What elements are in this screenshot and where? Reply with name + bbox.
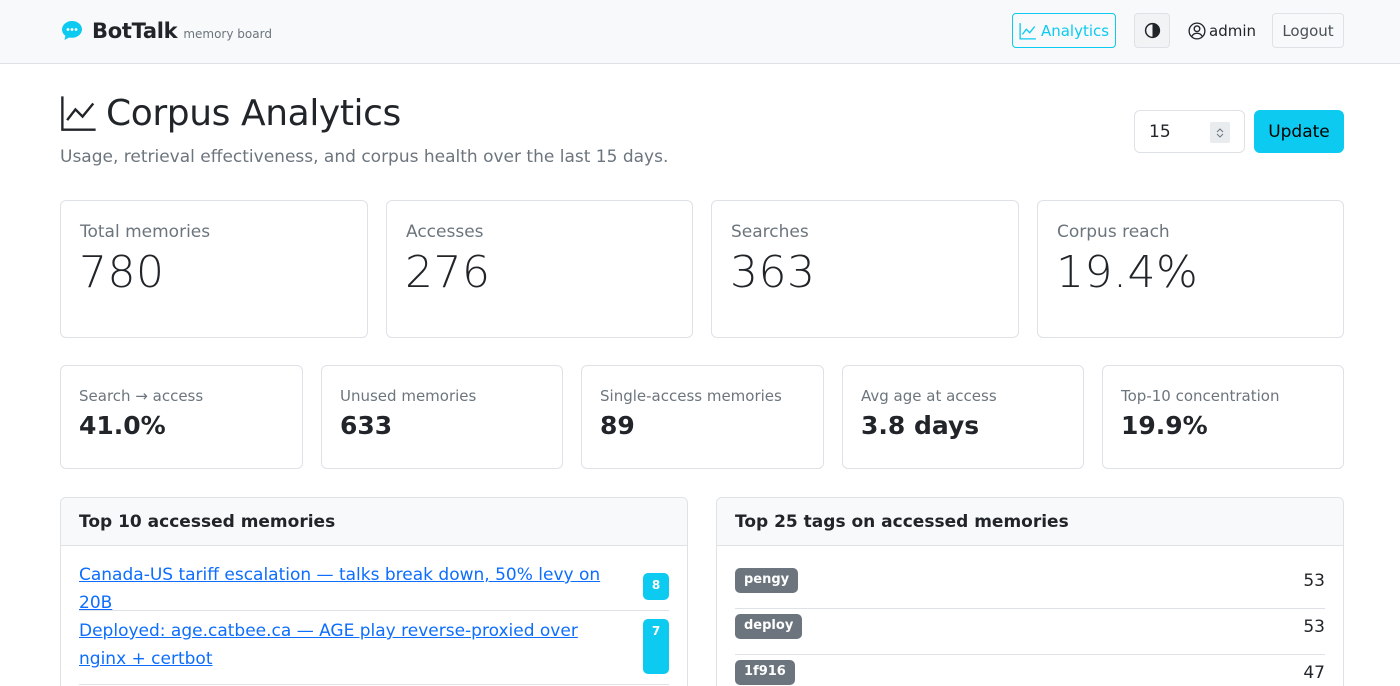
analytics-nav-label: Analytics <box>1040 21 1110 40</box>
stat-label: Avg age at access <box>861 387 997 405</box>
tag-count: 53 <box>1303 617 1325 637</box>
tag-badge[interactable]: deploy <box>735 614 803 639</box>
brand-link[interactable]: BotTalk memory board <box>60 16 272 46</box>
page-heading: Corpus Analytics <box>106 92 401 134</box>
stat-label: Unused memories <box>340 387 477 405</box>
stat-value: 19.9% <box>1121 411 1208 440</box>
stat-label: Total memories <box>80 222 211 242</box>
stat-value: 3.8 days <box>861 411 980 440</box>
stat-card-single-access: Single-access memories 89 <box>581 365 824 469</box>
tag-count: 53 <box>1303 571 1325 591</box>
list-item: Deployed: age.catbee.ca — AGE play rever… <box>79 611 669 685</box>
memory-link[interactable]: Canada-US tariff escalation — talks brea… <box>79 561 624 617</box>
tag-count: 47 <box>1303 663 1325 683</box>
stat-card-corpus-reach: Corpus reach 19.4% <box>1037 200 1344 338</box>
stat-value: 19.4% <box>1056 247 1199 298</box>
stat-card-searches: Searches 363 <box>711 200 1019 338</box>
tag-row: deploy 53 <box>735 609 1325 655</box>
stat-label: Top-10 concentration <box>1121 387 1280 405</box>
stat-card-search-to-access: Search → access 41.0% <box>60 365 303 469</box>
line-chart-icon <box>1019 22 1036 40</box>
tag-row: 1f916 47 <box>735 655 1325 686</box>
stat-value: 276 <box>405 247 491 298</box>
stat-card-avg-age: Avg age at access 3.8 days <box>842 365 1084 469</box>
navbar: BotTalk memory board Analytics admin Log… <box>0 0 1400 64</box>
access-count-badge: 7 <box>643 619 669 674</box>
stat-card-top10-concentration: Top-10 concentration 19.9% <box>1102 365 1344 469</box>
days-input-value: 15 <box>1149 121 1171 142</box>
list-item: Canada-US tariff escalation — talks brea… <box>79 560 669 613</box>
stat-card-accesses: Accesses 276 <box>386 200 693 338</box>
chevron-down-icon <box>1216 133 1224 138</box>
brand-name: BotTalk <box>92 19 178 43</box>
top-tags-panel: Top 25 tags on accessed memories pengy 5… <box>716 497 1344 686</box>
stat-label: Search → access <box>79 387 204 405</box>
stat-value: 780 <box>79 247 165 298</box>
panel-title: Top 10 accessed memories <box>61 498 687 546</box>
tag-badge[interactable]: pengy <box>735 568 799 593</box>
user-name: admin <box>1209 21 1256 40</box>
stat-value: 633 <box>340 411 393 440</box>
theme-toggle-button[interactable] <box>1134 13 1170 48</box>
user-circle-icon <box>1188 21 1206 40</box>
stat-label: Single-access memories <box>600 387 782 405</box>
brand-subtitle: memory board <box>183 27 272 41</box>
access-count-badge: 8 <box>643 573 669 600</box>
user-menu[interactable]: admin <box>1188 13 1256 48</box>
update-button[interactable]: Update <box>1254 110 1344 153</box>
days-spinner[interactable] <box>1210 122 1230 143</box>
page-title: Corpus Analytics <box>60 90 401 136</box>
line-chart-icon <box>61 96 96 131</box>
tag-badge[interactable]: 1f916 <box>735 660 795 685</box>
stat-label: Accesses <box>406 222 484 242</box>
stat-value: 363 <box>730 247 816 298</box>
analytics-nav-button[interactable]: Analytics <box>1012 13 1116 48</box>
days-input[interactable]: 15 <box>1134 110 1245 153</box>
stat-value: 41.0% <box>79 411 166 440</box>
logout-button[interactable]: Logout <box>1272 13 1344 48</box>
panel-title: Top 25 tags on accessed memories <box>717 498 1343 546</box>
stat-card-total-memories: Total memories 780 <box>60 200 368 338</box>
top-memories-panel: Top 10 accessed memories Canada-US tarif… <box>60 497 688 686</box>
page-subtitle: Usage, retrieval effectiveness, and corp… <box>60 147 669 167</box>
stat-card-unused-memories: Unused memories 633 <box>321 365 563 469</box>
tag-row: pengy 53 <box>735 563 1325 609</box>
stat-value: 89 <box>600 411 635 440</box>
chat-bubble-icon <box>62 21 82 40</box>
stat-label: Corpus reach <box>1057 222 1170 242</box>
contrast-icon <box>1144 22 1160 39</box>
stat-label: Searches <box>731 222 809 242</box>
memory-link[interactable]: Deployed: age.catbee.ca — AGE play rever… <box>79 617 624 673</box>
